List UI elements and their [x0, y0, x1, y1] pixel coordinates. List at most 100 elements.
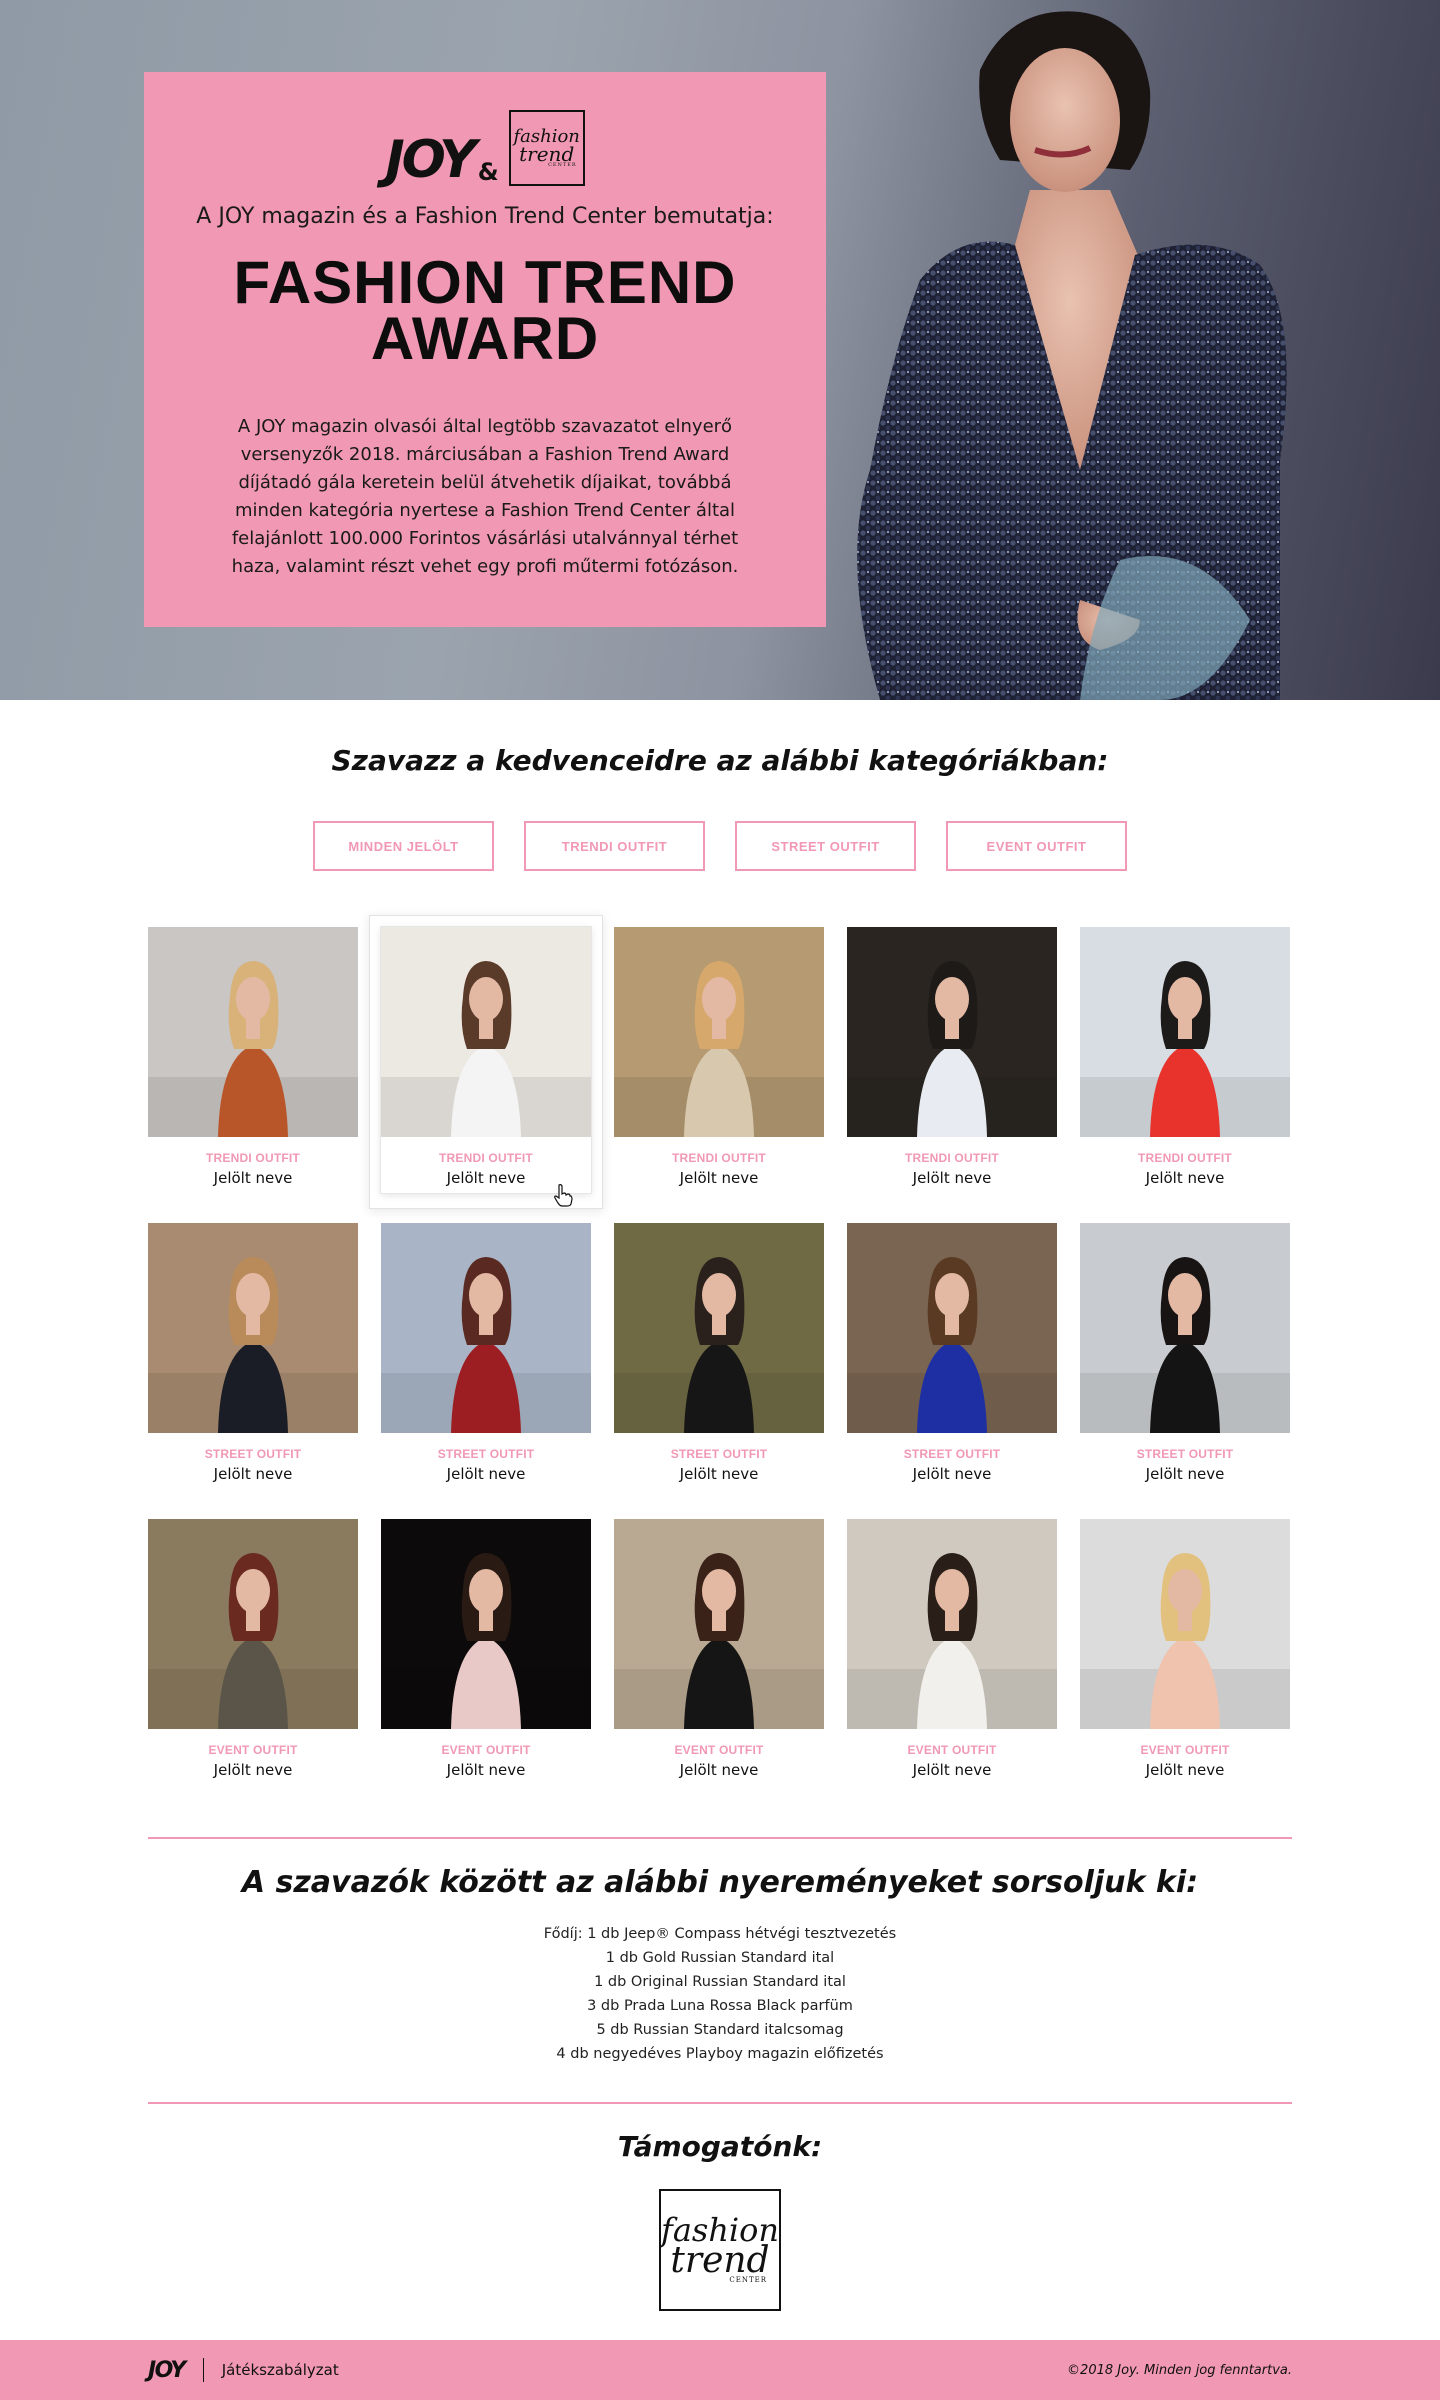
nominee-card[interactable]: EVENT OUTFIT Jelölt neve	[614, 1519, 824, 1785]
title-line-2: AWARD	[370, 305, 600, 372]
nominee-card[interactable]: EVENT OUTFIT Jelölt neve	[148, 1519, 358, 1785]
rules-link[interactable]: Játékszabályzat	[222, 2361, 339, 2379]
filter-trendi-button[interactable]: TRENDI OUTFIT	[524, 821, 705, 871]
filter-event-button[interactable]: EVENT OUTFIT	[946, 821, 1127, 871]
nominee-photo[interactable]	[148, 1519, 358, 1729]
nominee-card[interactable]: STREET OUTFIT Jelölt neve	[148, 1223, 358, 1489]
hero-description: A JOY magazin olvasói által legtöbb szav…	[231, 416, 739, 577]
nominee-card[interactable]: STREET OUTFIT Jelölt neve	[847, 1223, 1057, 1489]
sponsor-logo[interactable]: fashion trend CENTER	[659, 2189, 781, 2311]
joy-logo[interactable]: JOY	[385, 134, 476, 186]
prizes-heading: A szavazók között az alábbi nyereményeke…	[241, 1865, 1199, 1900]
nominee-category: STREET OUTFIT	[670, 1447, 768, 1461]
nominee-name[interactable]: Jelölt neve	[381, 1465, 591, 1483]
nominee-name[interactable]: Jelölt neve	[614, 1761, 824, 1779]
nominee-card[interactable]: EVENT OUTFIT Jelölt neve	[847, 1519, 1057, 1785]
nominee-card[interactable]: TRENDI OUTFIT Jelölt neve	[614, 927, 824, 1193]
nominee-category: TRENDI OUTFIT	[672, 1151, 766, 1165]
nominee-category: TRENDI OUTFIT	[206, 1151, 300, 1165]
nominee-card[interactable]: TRENDI OUTFIT Jelölt neve	[847, 927, 1057, 1193]
nominee-card[interactable]: EVENT OUTFIT Jelölt neve	[381, 1519, 591, 1785]
hand-pointer-icon	[554, 1184, 573, 1207]
prize-item: 4 db negyedéves Playboy magazin előfizet…	[556, 2046, 884, 2062]
hero-banner: JOY & fashion trend CENTER A JOY magazin…	[0, 0, 1440, 700]
partner-logos: JOY & fashion trend CENTER	[144, 106, 826, 186]
nominee-category: STREET OUTFIT	[437, 1447, 535, 1461]
fashion-trend-logo: fashion trend CENTER	[508, 110, 585, 186]
section-divider	[148, 2102, 1292, 2104]
nominee-name[interactable]: Jelölt neve	[381, 1761, 591, 1779]
copyright-text: ©2018 Joy. Minden jog fenntartva.	[1067, 2362, 1292, 2378]
nominee-name[interactable]: Jelölt neve	[148, 1169, 358, 1187]
nominee-photo[interactable]	[847, 1519, 1057, 1729]
nominee-name[interactable]: Jelölt neve	[1080, 1169, 1290, 1187]
nominee-photo[interactable]	[1080, 1519, 1290, 1729]
nominee-category: TRENDI OUTFIT	[439, 1151, 533, 1165]
prize-list: Fődíj: 1 db Jeep® Compass hétvégi tesztv…	[0, 1922, 1440, 2066]
nominee-card[interactable]: TRENDI OUTFIT Jelölt neve	[148, 927, 358, 1193]
hero-info-card: JOY & fashion trend CENTER A JOY magazin…	[144, 72, 826, 627]
nominee-photo[interactable]	[614, 1223, 824, 1433]
sponsor-logo-line2: trend	[670, 2240, 770, 2282]
page: JOY & fashion trend CENTER A JOY magazin…	[0, 0, 1440, 2400]
nominee-category: EVENT OUTFIT	[907, 1743, 997, 1757]
prize-item: 1 db Original Russian Standard ital	[594, 1974, 846, 1990]
nominee-category: EVENT OUTFIT	[1140, 1743, 1230, 1757]
nominee-category: STREET OUTFIT	[903, 1447, 1001, 1461]
nominee-category: TRENDI OUTFIT	[905, 1151, 999, 1165]
hero-subtitle: A JOY magazin és a Fashion Trend Center …	[196, 204, 774, 229]
nominee-card[interactable]: TRENDI OUTFIT Jelölt neve	[1080, 927, 1290, 1193]
nominee-photo[interactable]	[614, 927, 824, 1137]
nominee-category: EVENT OUTFIT	[441, 1743, 531, 1757]
vote-heading: Szavazz a kedvenceidre az alábbi kategór…	[331, 744, 1109, 777]
nominee-name[interactable]: Jelölt neve	[614, 1169, 824, 1187]
nominee-photo[interactable]	[148, 1223, 358, 1433]
nominee-photo[interactable]	[847, 1223, 1057, 1433]
nominee-category: EVENT OUTFIT	[674, 1743, 764, 1757]
nominee-photo[interactable]	[1080, 1223, 1290, 1433]
nominee-category: TRENDI OUTFIT	[1138, 1151, 1232, 1165]
nominee-name[interactable]: Jelölt neve	[847, 1761, 1057, 1779]
section-divider	[148, 1837, 1292, 1839]
nominee-photo[interactable]	[1080, 927, 1290, 1137]
nominee-name[interactable]: Jelölt neve	[1080, 1761, 1290, 1779]
nominee-name[interactable]: Jelölt neve	[1080, 1465, 1290, 1483]
nominee-photo[interactable]	[381, 1519, 591, 1729]
nominee-name[interactable]: Jelölt neve	[614, 1465, 824, 1483]
sponsor-logo-line3: CENTER	[729, 2276, 767, 2285]
nominee-name[interactable]: Jelölt neve	[148, 1465, 358, 1483]
prize-item: 1 db Gold Russian Standard ital	[605, 1950, 835, 1966]
nominee-photo[interactable]	[614, 1519, 824, 1729]
nominee-card[interactable]: EVENT OUTFIT Jelölt neve	[1080, 1519, 1290, 1785]
nominee-card[interactable]: STREET OUTFIT Jelölt neve	[614, 1223, 824, 1489]
nominee-name[interactable]: Jelölt neve	[847, 1169, 1057, 1187]
hero-model-image	[857, 11, 1287, 700]
nominee-photo[interactable]	[381, 927, 591, 1137]
nominee-category: EVENT OUTFIT	[208, 1743, 298, 1757]
nominee-category: STREET OUTFIT	[1136, 1447, 1234, 1461]
nominee-name[interactable]: Jelölt neve	[847, 1465, 1057, 1483]
sponsor-heading: Támogatónk:	[617, 2130, 823, 2163]
nominee-photo[interactable]	[847, 927, 1057, 1137]
filter-street-button[interactable]: STREET OUTFIT	[735, 821, 916, 871]
ft-logo-line2: trend	[519, 141, 575, 166]
nominee-card[interactable]: STREET OUTFIT Jelölt neve	[381, 1223, 591, 1489]
footer: JOY Játékszabályzat ©2018 Joy. Minden jo…	[0, 2340, 1440, 2400]
filter-all-button[interactable]: MINDEN JELÖLT	[313, 821, 494, 871]
nominee-card[interactable]: STREET OUTFIT Jelölt neve	[1080, 1223, 1290, 1489]
category-filters: MINDEN JELÖLT TRENDI OUTFIT STREET OUTFI…	[0, 821, 1440, 871]
page-title: FASHION TREND AWARD	[144, 253, 826, 369]
nominee-photo[interactable]	[148, 927, 358, 1137]
footer-separator	[202, 2358, 204, 2382]
nominee-grid: TRENDI OUTFIT Jelölt neve TRENDI OUTFIT Jel…	[148, 915, 1292, 1785]
logo-ampersand: &	[477, 158, 499, 186]
prize-item: 5 db Russian Standard italcsomag	[596, 2022, 844, 2038]
footer-joy-logo[interactable]: JOY	[148, 2358, 186, 2383]
nominee-photo[interactable]	[381, 1223, 591, 1433]
prize-item: Fődíj: 1 db Jeep® Compass hétvégi tesztv…	[543, 1926, 897, 1942]
ft-logo-line3: CENTER	[548, 161, 577, 168]
nominee-card[interactable]: TRENDI OUTFIT Jelölt neve	[369, 915, 603, 1209]
nominee-name[interactable]: Jelölt neve	[148, 1761, 358, 1779]
prize-item: 3 db Prada Luna Rossa Black parfüm	[587, 1998, 853, 2014]
nominee-category: STREET OUTFIT	[204, 1447, 302, 1461]
